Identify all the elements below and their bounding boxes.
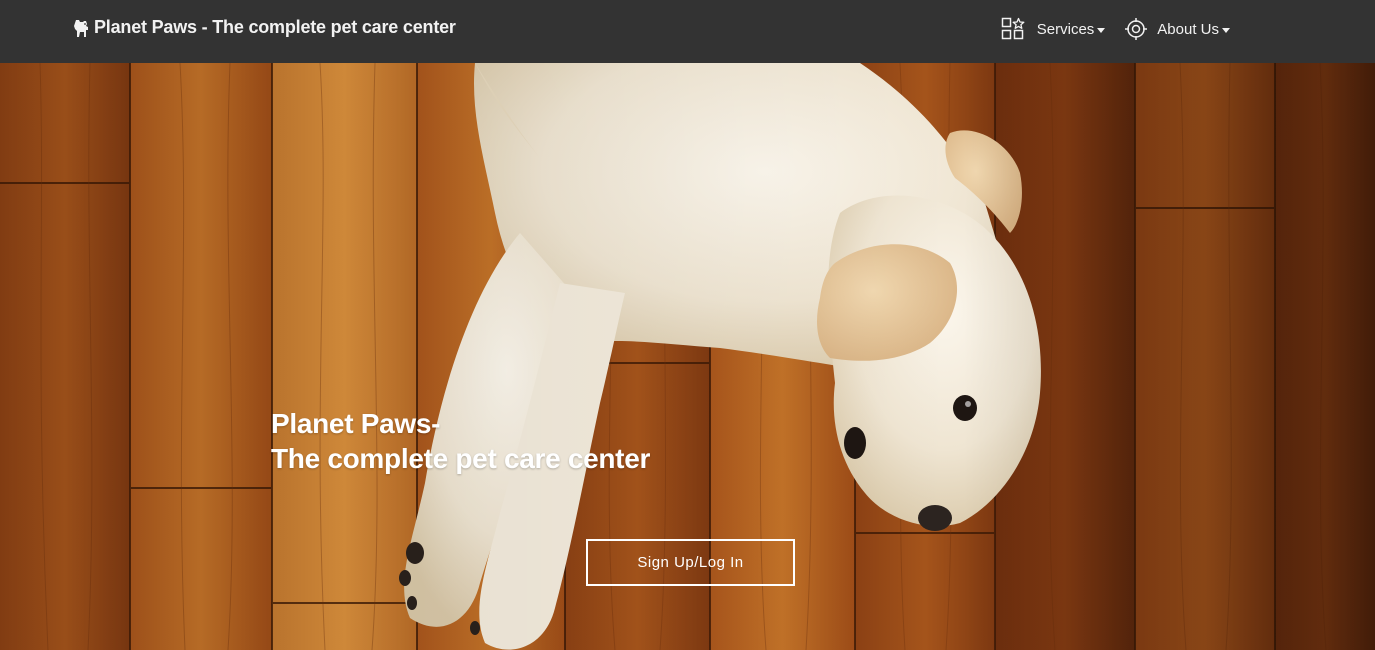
target-icon — [1125, 18, 1148, 40]
services-label: Services — [1036, 20, 1095, 38]
hero-title-line-1: Planet Paws- — [271, 408, 441, 439]
hero-section: Planet Paws- The complete pet care cente… — [0, 63, 1375, 650]
hero-title: Planet Paws- The complete pet care cente… — [271, 406, 650, 476]
nav-menu: Services About Us — [981, 17, 1230, 41]
services-dropdown[interactable]: Services — [1001, 17, 1106, 41]
hero-title-line-2: The complete pet care center — [271, 443, 651, 474]
about-us-label: About Us — [1157, 20, 1219, 38]
sign-up-login-button[interactable]: Sign Up/Log In — [586, 539, 795, 586]
top-navbar: Planet Paws - The complete pet care cent… — [0, 0, 1375, 63]
services-grid-icon — [1001, 17, 1025, 40]
brand-link[interactable]: Planet Paws - The complete pet care cent… — [72, 17, 456, 38]
dog-icon — [74, 19, 88, 37]
about-us-dropdown[interactable]: About Us — [1125, 18, 1230, 40]
brand-label: Planet Paws - The complete pet care cent… — [94, 17, 456, 37]
chevron-down-icon — [1222, 27, 1230, 33]
chevron-down-icon — [1097, 27, 1106, 33]
